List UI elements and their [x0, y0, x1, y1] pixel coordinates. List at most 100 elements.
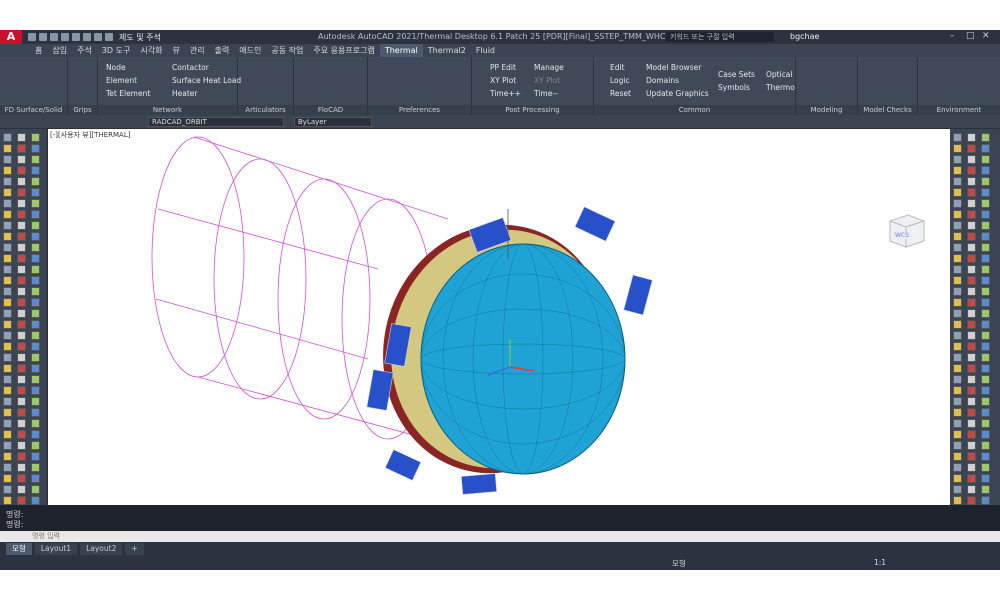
tool-icon[interactable] [953, 419, 962, 428]
tool-icon[interactable] [981, 221, 990, 230]
tool-icon[interactable] [953, 155, 962, 164]
tool-icon[interactable] [967, 177, 976, 186]
tool-icon[interactable] [17, 199, 26, 208]
tool-icon[interactable] [31, 408, 40, 417]
tet-element-button[interactable]: Tet Element [106, 89, 150, 98]
tool-icon[interactable] [953, 199, 962, 208]
tool-icon[interactable] [3, 386, 12, 395]
tool-icon[interactable] [31, 331, 40, 340]
tool-icon[interactable] [31, 155, 40, 164]
tab-model[interactable]: 모형 [6, 543, 32, 555]
tool-icon[interactable] [981, 166, 990, 175]
wcs-menu[interactable]: WCS [893, 232, 911, 239]
tool-icon[interactable] [31, 364, 40, 373]
tool-icon[interactable] [17, 397, 26, 406]
tool-icon[interactable] [3, 144, 12, 153]
tool-icon[interactable] [953, 221, 962, 230]
tool-icon[interactable] [17, 463, 26, 472]
close-icon[interactable]: ✕ [982, 31, 990, 41]
tool-icon[interactable] [967, 485, 976, 494]
layer-select[interactable]: RADCAD_ORBIT [148, 117, 284, 127]
tool-icon[interactable] [981, 485, 990, 494]
tool-icon[interactable] [3, 199, 12, 208]
tool-icon[interactable] [981, 265, 990, 274]
tool-icon[interactable] [17, 188, 26, 197]
add-layout-button[interactable]: + [125, 543, 144, 555]
tool-icon[interactable] [967, 309, 976, 318]
ribbon-tab[interactable]: 주요 응용프로그램 [308, 44, 379, 57]
tool-icon[interactable] [17, 177, 26, 186]
tool-icon[interactable] [31, 375, 40, 384]
search-input[interactable]: 키워드 또는 구절 입력 [666, 32, 774, 42]
tool-icon[interactable] [981, 364, 990, 373]
tool-icon[interactable] [967, 430, 976, 439]
tool-icon[interactable] [981, 287, 990, 296]
tool-icon[interactable] [967, 320, 976, 329]
tool-icon[interactable] [981, 463, 990, 472]
tool-icon[interactable] [3, 221, 12, 230]
tool-icon[interactable] [967, 243, 976, 252]
tool-icon[interactable] [953, 452, 962, 461]
tool-icon[interactable] [3, 364, 12, 373]
tool-icon[interactable] [3, 375, 12, 384]
tool-icon[interactable] [981, 232, 990, 241]
tool-icon[interactable] [981, 496, 990, 505]
tool-icon[interactable] [953, 474, 962, 483]
tool-icon[interactable] [17, 221, 26, 230]
tool-icon[interactable] [31, 320, 40, 329]
tool-icon[interactable] [31, 243, 40, 252]
edit-button[interactable]: Edit [610, 63, 625, 72]
tool-icon[interactable] [31, 430, 40, 439]
case-sets-button[interactable]: Case Sets [718, 70, 755, 79]
tool-icon[interactable] [17, 474, 26, 483]
ribbon-tab[interactable]: 홈 [30, 44, 47, 57]
tool-icon[interactable] [17, 320, 26, 329]
tool-icon[interactable] [953, 188, 962, 197]
ribbon-tab[interactable]: 관리 [185, 44, 210, 57]
tool-icon[interactable] [981, 144, 990, 153]
tool-icon[interactable] [953, 298, 962, 307]
ribbon-tab[interactable]: 뷰 [167, 44, 184, 57]
tool-icon[interactable] [967, 254, 976, 263]
tool-icon[interactable] [17, 441, 26, 450]
tool-icon[interactable] [981, 452, 990, 461]
tool-icon[interactable] [17, 210, 26, 219]
tool-icon[interactable] [17, 265, 26, 274]
tool-icon[interactable] [17, 375, 26, 384]
print-icon[interactable] [83, 33, 91, 41]
tool-icon[interactable] [967, 408, 976, 417]
reset-button[interactable]: Reset [610, 89, 631, 98]
tool-icon[interactable] [981, 342, 990, 351]
tool-icon[interactable] [17, 485, 26, 494]
tool-icon[interactable] [981, 320, 990, 329]
tool-icon[interactable] [953, 496, 962, 505]
undo-icon[interactable] [94, 33, 102, 41]
tool-icon[interactable] [981, 353, 990, 362]
tool-icon[interactable] [31, 353, 40, 362]
ribbon-tab[interactable]: Thermal2 [423, 44, 471, 57]
tool-icon[interactable] [3, 265, 12, 274]
tool-icon[interactable] [981, 298, 990, 307]
tool-icon[interactable] [17, 342, 26, 351]
tool-icon[interactable] [953, 276, 962, 285]
tool-icon[interactable] [3, 474, 12, 483]
tool-icon[interactable] [967, 276, 976, 285]
tool-icon[interactable] [17, 496, 26, 505]
tool-icon[interactable] [967, 386, 976, 395]
model-browser-button[interactable]: Model Browser [646, 63, 701, 72]
tool-icon[interactable] [31, 166, 40, 175]
tool-icon[interactable] [953, 133, 962, 142]
tool-icon[interactable] [967, 375, 976, 384]
tool-icon[interactable] [953, 375, 962, 384]
tab-layout2[interactable]: Layout2 [80, 543, 123, 555]
tool-icon[interactable] [31, 177, 40, 186]
contactor-button[interactable]: Contactor [172, 63, 209, 72]
tool-icon[interactable] [967, 496, 976, 505]
tool-icon[interactable] [3, 408, 12, 417]
tool-icon[interactable] [17, 452, 26, 461]
minimize-icon[interactable]: – [950, 31, 955, 41]
tab-layout1[interactable]: Layout1 [34, 543, 78, 555]
tool-icon[interactable] [31, 287, 40, 296]
tool-icon[interactable] [17, 298, 26, 307]
drawing-viewport[interactable]: [-][사용자 뷰][THERMAL] WCS [48, 129, 950, 505]
